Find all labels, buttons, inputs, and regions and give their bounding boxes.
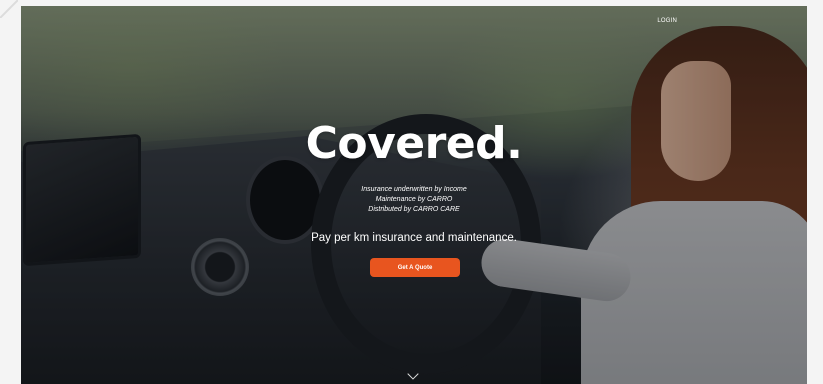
hero-section: LOGIN Covered. Insurance underwritten by…	[21, 6, 807, 384]
get-a-quote-button[interactable]: Get A Quote	[370, 258, 460, 277]
login-link[interactable]: LOGIN	[657, 18, 677, 24]
credit-line-maintenance: Maintenance by CARRO	[375, 196, 453, 203]
hero-credits: Insurance underwritten by Income Mainten…	[21, 185, 807, 215]
corner-mark	[0, 0, 18, 18]
page-frame: LOGIN Covered. Insurance underwritten by…	[0, 0, 823, 384]
credit-line-insurance: Insurance underwritten by Income	[361, 186, 467, 193]
hero-tagline: Pay per km insurance and maintenance.	[311, 232, 517, 244]
hero-headline: Covered.	[305, 118, 523, 169]
credit-line-distributor: Distributed by CARRO CARE	[368, 206, 460, 213]
